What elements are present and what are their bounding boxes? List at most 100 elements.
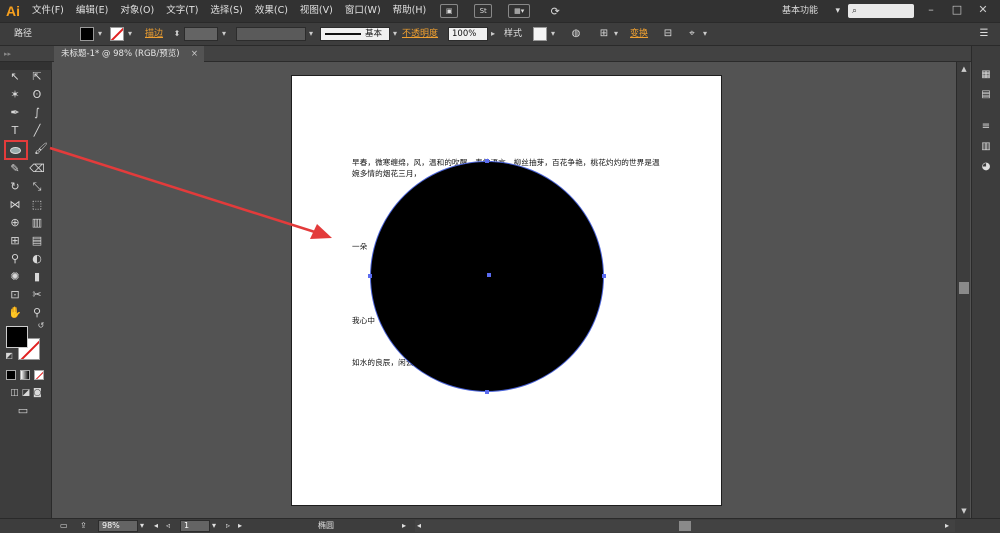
chevron-down-icon[interactable]: ▾: [548, 27, 558, 41]
scroll-down-icon[interactable]: ▼: [959, 506, 969, 516]
chevron-down-icon[interactable]: ▾: [140, 520, 144, 532]
recolor-artwork-icon[interactable]: ◍: [568, 26, 584, 42]
next-artboard-icon[interactable]: ▹: [226, 520, 230, 532]
slice-tool-icon[interactable]: ✂: [26, 286, 48, 304]
chevron-down-icon[interactable]: ▾: [306, 27, 316, 41]
stroke-weight-stepper[interactable]: ⬍: [172, 27, 182, 41]
status-menu-icon[interactable]: ▸: [402, 520, 406, 532]
eraser-tool-icon[interactable]: ⌫: [26, 160, 48, 178]
share-icon[interactable]: ⇪: [80, 520, 87, 532]
mesh-tool-icon[interactable]: ⊞: [4, 232, 26, 250]
document-tab[interactable]: 未标题-1* @ 98% (RGB/预览) ×: [54, 46, 204, 62]
maximize-button[interactable]: □: [948, 2, 966, 18]
selection-tool-icon[interactable]: ↖: [4, 68, 26, 86]
opacity-label[interactable]: 不透明度: [402, 23, 438, 45]
scroll-right-icon[interactable]: ▸: [945, 520, 949, 532]
first-artboard-icon[interactable]: ◂: [154, 520, 158, 532]
paintbrush-tool-icon[interactable]: 🖌: [30, 140, 52, 158]
artboard[interactable]: 早春，微寒缠绵，风，温和的吹醒，春的语言，柳丝抽芽，百花争艳，桃花灼灼的世界是温…: [291, 75, 722, 506]
artboard-navigation-icon[interactable]: ▭: [60, 520, 68, 532]
pen-tool-icon[interactable]: ✒: [4, 104, 26, 122]
perspective-grid-tool-icon[interactable]: ▥: [26, 214, 48, 232]
line-segment-tool-icon[interactable]: ╱: [26, 122, 48, 140]
chevron-right-icon[interactable]: ▸: [488, 27, 498, 41]
appearance-panel-icon[interactable]: ◕: [978, 160, 994, 174]
gradient-tool-icon[interactable]: ▤: [26, 232, 48, 250]
fill-swatch[interactable]: [6, 326, 28, 348]
zoom-field[interactable]: 98%: [98, 520, 138, 532]
vertical-scrollbar[interactable]: ▲ ▼: [956, 62, 970, 518]
chevron-down-icon[interactable]: ▾: [390, 27, 400, 41]
none-mode-icon[interactable]: [34, 370, 44, 380]
last-artboard-icon[interactable]: ▸: [238, 520, 242, 532]
close-button[interactable]: ✕: [974, 2, 992, 18]
isolate-icon[interactable]: ⊟: [660, 26, 676, 42]
drawing-modes-icon[interactable]: ◫ ◪ ◙: [4, 384, 48, 402]
scroll-up-icon[interactable]: ▲: [959, 64, 969, 74]
anchor-point-right[interactable]: [602, 274, 606, 278]
chevron-down-icon[interactable]: ▾: [212, 520, 216, 532]
chevron-down-icon[interactable]: ▾: [95, 27, 105, 41]
minimize-button[interactable]: –: [922, 2, 940, 18]
transform-label[interactable]: 变换: [630, 23, 648, 45]
panel-menu-icon[interactable]: ☰: [976, 26, 992, 42]
symbol-sprayer-tool-icon[interactable]: ✺: [4, 268, 26, 286]
color-mode-icon[interactable]: [6, 370, 16, 380]
eyedropper-tool-icon[interactable]: ⚲: [4, 250, 26, 268]
menu-select[interactable]: 选择(S): [204, 0, 248, 22]
canvas[interactable]: 早春，微寒缠绵，风，温和的吹醒，春的语言，柳丝抽芽，百花争艳，桃花灼灼的世界是温…: [53, 62, 971, 517]
hand-tool-icon[interactable]: ✋: [4, 304, 26, 322]
help-search-input[interactable]: ⌕: [848, 4, 914, 18]
menu-view[interactable]: 视图(V): [294, 0, 339, 22]
stroke-panel-icon[interactable]: ≡: [978, 120, 994, 134]
brush-definition-field[interactable]: 基本: [320, 27, 390, 41]
chevron-down-icon[interactable]: ▾: [611, 27, 621, 41]
free-transform-tool-icon[interactable]: ⬚: [26, 196, 48, 214]
pencil-tool-icon[interactable]: ✎: [4, 160, 26, 178]
anchor-point-top[interactable]: [485, 159, 489, 163]
horizontal-scrollbar[interactable]: ◂ ▸: [415, 520, 955, 532]
curvature-tool-icon[interactable]: ∫: [26, 104, 48, 122]
column-graph-tool-icon[interactable]: ▮: [26, 268, 48, 286]
swap-fill-stroke-icon[interactable]: ↺: [34, 320, 48, 332]
anchor-point-bottom[interactable]: [485, 390, 489, 394]
swatches-panel-icon[interactable]: ▤: [978, 88, 994, 102]
gradient-panel-icon[interactable]: ▥: [978, 140, 994, 154]
align-icon[interactable]: ⊞: [596, 26, 612, 42]
artboard-tool-icon[interactable]: ⊡: [4, 286, 26, 304]
ellipse-tool-icon[interactable]: [4, 140, 28, 160]
type-tool-icon[interactable]: T: [4, 122, 26, 140]
chevron-down-icon[interactable]: ▾: [219, 27, 229, 41]
opacity-field[interactable]: 100%: [448, 27, 488, 41]
menu-edit[interactable]: 编辑(E): [70, 0, 114, 22]
screen-mode-icon[interactable]: ▭: [12, 402, 34, 420]
sync-icon[interactable]: ⟳: [546, 4, 564, 18]
scale-tool-icon[interactable]: ⤡: [26, 178, 48, 196]
menu-object[interactable]: 对象(O): [114, 0, 160, 22]
menu-effect[interactable]: 效果(C): [249, 0, 294, 22]
menu-file[interactable]: 文件(F): [26, 0, 70, 22]
shape-builder-tool-icon[interactable]: ⊕: [4, 214, 26, 232]
menu-type[interactable]: 文字(T): [160, 0, 204, 22]
stroke-label[interactable]: 描边: [145, 23, 163, 45]
previous-artboard-icon[interactable]: ◃: [166, 520, 170, 532]
artboard-number-field[interactable]: 1: [180, 520, 210, 532]
bridge-icon[interactable]: ▣: [440, 4, 459, 18]
gradient-mode-icon[interactable]: [20, 370, 30, 380]
color-panel-icon[interactable]: ▦: [978, 68, 994, 82]
stock-icon[interactable]: St: [474, 4, 493, 18]
fill-color-swatch[interactable]: [80, 27, 94, 41]
direct-selection-tool-icon[interactable]: ⇱: [26, 68, 48, 86]
stroke-color-swatch[interactable]: [110, 27, 124, 41]
arrange-documents-icon[interactable]: ▦▾: [508, 4, 531, 18]
vertical-scrollbar-thumb[interactable]: [959, 282, 969, 294]
workspace-switcher[interactable]: 基本功能: [782, 3, 840, 19]
chevron-down-icon[interactable]: ▾: [125, 27, 135, 41]
close-tab-icon[interactable]: ×: [191, 46, 198, 62]
blend-tool-icon[interactable]: ◐: [26, 250, 48, 268]
graphic-style-swatch[interactable]: [533, 27, 547, 41]
menu-window[interactable]: 窗口(W): [339, 0, 387, 22]
chevron-down-icon[interactable]: ▾: [700, 27, 710, 41]
stroke-weight-field[interactable]: [184, 27, 218, 41]
anchor-point-left[interactable]: [368, 274, 372, 278]
